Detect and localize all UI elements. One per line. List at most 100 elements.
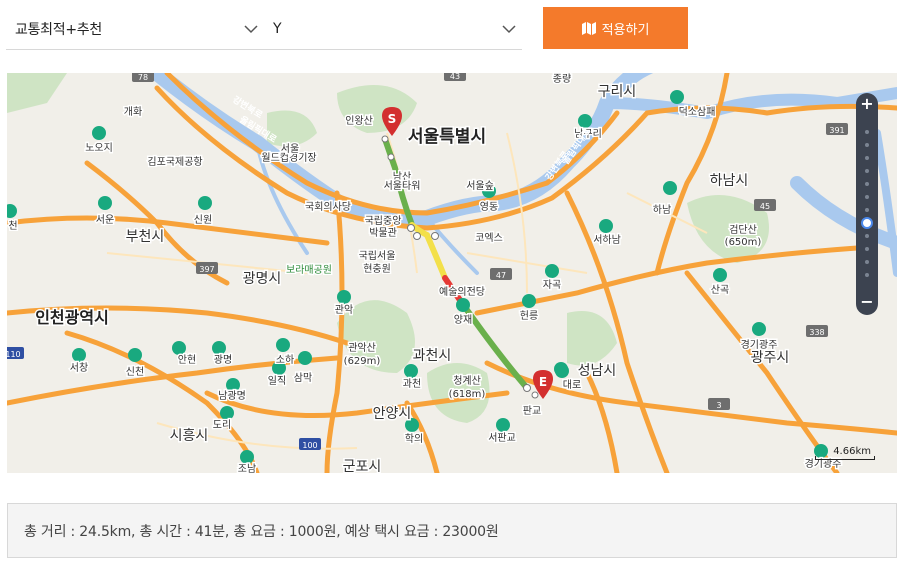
map-place-label: 코엑스 [475, 232, 503, 244]
map-place-label: 하남시 [710, 173, 749, 189]
zoom-level-dot[interactable] [865, 195, 869, 199]
route-summary-text: 총 거리 : 24.5km, 총 시간 : 41분, 총 요금 : 1000원,… [24, 523, 499, 540]
route-number-text: 338 [809, 328, 824, 337]
map-place-label: 관악 [335, 304, 353, 316]
route-number-badge: 78 [132, 73, 154, 82]
map-place-label: 서운 [96, 214, 114, 226]
zoom-level-dot[interactable] [865, 208, 869, 212]
map-place-label: 보라매공원 [286, 264, 332, 276]
map-place-label: 노오지 [85, 142, 113, 154]
map-place-label: 광명 [214, 354, 232, 366]
map-label-layer: 종량구리시덕소삼패개화인왕산서울특별시 남구리노오지김포국제공항 월드컵경기장서울남… [7, 73, 848, 473]
route-number-badge: 391 [826, 123, 848, 135]
route-summary: 총 거리 : 24.5km, 총 시간 : 41분, 총 요금 : 1000원,… [7, 503, 897, 558]
map-place-label: 서창 [70, 362, 88, 374]
map-place-label: 서판교 [488, 432, 516, 444]
map-place-label: 광명시 [243, 271, 282, 287]
scale-line [815, 456, 875, 460]
map-place-label: 서하남 [593, 233, 621, 246]
map-place-label: 신천 [126, 366, 144, 378]
map-place-label: 현충원 [363, 263, 391, 275]
route-map[interactable]: S E 종량 구리시 덕소삼패 개화 인왕산 서울특별시 남구리 노오지 김포국제공항 월드컵경기… [7, 73, 897, 473]
map-place-label: 영동 [480, 201, 498, 213]
map-place-label: 광주시 [751, 350, 790, 366]
route-number-text: 78 [138, 73, 148, 82]
route-number-text: 110 [7, 350, 21, 359]
map-place-label: 과천시 [413, 348, 452, 364]
map-place-label: 과천 [403, 378, 421, 390]
zoom-level-dot[interactable] [865, 260, 869, 264]
map-place-label: 판교 [523, 405, 541, 417]
second-option-select[interactable]: Y [264, 8, 522, 50]
map-place-label: 예술의전당 [439, 286, 485, 298]
zoom-in-button[interactable]: + [856, 93, 878, 115]
chevron-down-icon [244, 25, 258, 34]
map-place-label: 안양시 [373, 406, 412, 422]
map-place-label: 군포시 [343, 459, 382, 473]
second-option-value: Y [273, 20, 282, 37]
route-number-text: 47 [496, 271, 506, 280]
map-place-label: 산곡 [711, 284, 729, 296]
map-place-label: 천 [8, 220, 17, 232]
route-number-text: 100 [302, 441, 317, 450]
map-place-label: 인왕산 [345, 115, 373, 127]
map-place-label: (650m) [725, 237, 762, 248]
map-place-label: (618m) [449, 389, 486, 400]
route-number-text: 397 [199, 265, 214, 274]
map-place-label: 국회의사당 [305, 201, 351, 213]
route-option-select[interactable]: 교통최적+추천 [6, 8, 264, 50]
route-number-badge: 47 [490, 268, 512, 280]
zoom-control[interactable]: + − [856, 93, 878, 315]
zoom-level-dot[interactable] [865, 156, 869, 160]
map-place-label: 관악산 [348, 342, 376, 354]
zoom-level-dot[interactable] [865, 130, 869, 134]
route-number-badge: 338 [806, 325, 828, 337]
route-option-value: 교통최적+추천 [15, 21, 102, 38]
zoom-level-dot[interactable] [865, 182, 869, 186]
apply-label: 적용하기 [601, 22, 650, 38]
apply-button[interactable]: 적용하기 [543, 7, 688, 49]
map-place-label: 서울 [281, 143, 299, 155]
map-place-label: 하남 [653, 203, 671, 216]
zoom-level-dot[interactable] [865, 273, 869, 277]
zoom-slider-thumb[interactable] [861, 217, 873, 229]
map-place-label: 박물관 [369, 227, 397, 239]
map-place-label: 부천시 [126, 229, 165, 245]
map-icon [581, 21, 596, 35]
map-place-label: 삼막 [294, 372, 312, 384]
map-place-label: 일직 [268, 375, 286, 387]
map-place-label: 시흥시 [170, 428, 209, 444]
map-place-label: 신원 [194, 214, 212, 226]
toolbar: 교통최적+추천 Y 적용하기 [0, 0, 904, 60]
map-place-label: 국립중앙 [365, 214, 402, 227]
map-place-label: 대로 [563, 379, 581, 391]
zoom-level-dot[interactable] [865, 247, 869, 251]
map-place-label: 자곡 [543, 279, 561, 291]
map-place-label: 학의 [405, 433, 423, 445]
route-number-text: 43 [450, 73, 460, 81]
zoom-level-dot[interactable] [865, 143, 869, 147]
map-place-label: 조남 [238, 463, 256, 473]
zoom-level-dot[interactable] [865, 234, 869, 238]
map-place-label: 양재 [454, 314, 472, 326]
route-number-badge: 397 [196, 262, 218, 274]
zoom-level-dot[interactable] [865, 169, 869, 173]
route-number-text: 391 [829, 126, 844, 135]
map-place-label: 헌릉 [520, 310, 538, 322]
map-place-label: 개화 [124, 106, 142, 118]
map-place-label: 성남시 [578, 363, 617, 379]
map-place-label: 남광명 [218, 390, 246, 402]
map-place-label: 종량 [553, 73, 571, 85]
route-number-text: 45 [760, 202, 770, 211]
map-scale-bar: 4.66km [815, 446, 875, 462]
map-place-label: 검단산 [729, 224, 757, 236]
route-number-badge: 43 [444, 73, 466, 81]
map-place-label: (629m) [344, 356, 381, 367]
map-place-label: 인천광역시 [35, 308, 109, 327]
chevron-down-icon [502, 25, 516, 34]
map-place-label: 소하 [276, 353, 294, 366]
map-place-label: 구리시 [598, 84, 637, 100]
map-place-label: 서울특별시 [408, 127, 486, 147]
zoom-out-button[interactable]: − [856, 291, 878, 313]
map-place-label: 김포국제공항 [147, 156, 202, 168]
